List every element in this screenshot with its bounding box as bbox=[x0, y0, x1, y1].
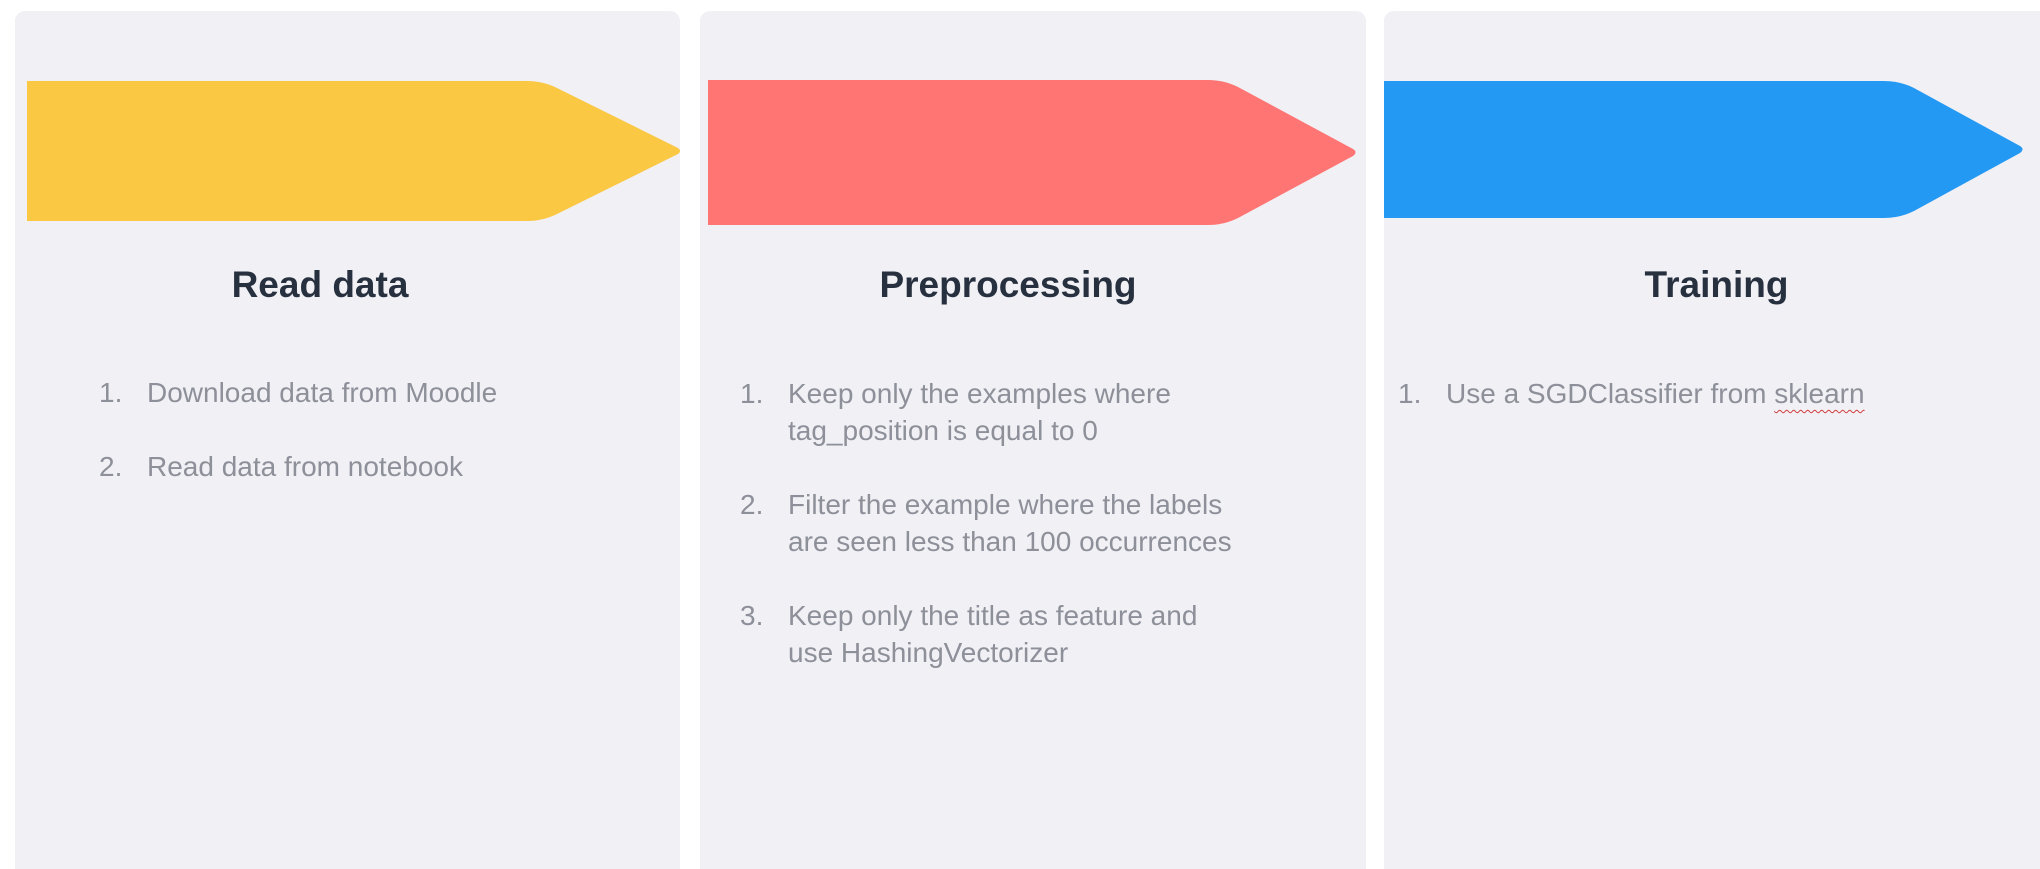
list-item: 1. Keep only the examples where tag_posi… bbox=[740, 375, 1232, 449]
step-list: 1. Download data from Moodle 2. Read dat… bbox=[99, 374, 497, 522]
list-number: 1. bbox=[99, 377, 123, 408]
list-item: 1. Download data from Moodle bbox=[99, 374, 497, 411]
step-list: 1. Keep only the examples where tag_posi… bbox=[740, 375, 1232, 708]
pipeline-diagram: Read data 1. Download data from Moodle 2… bbox=[0, 0, 2040, 869]
step-list: 1. Use a SGDClassifier from sklearn bbox=[1398, 375, 1865, 449]
step-title: Preprocessing bbox=[879, 264, 1137, 305]
step-panel-training: Training 1. Use a SGDClassifier from skl… bbox=[1384, 11, 2040, 869]
step-panel-preprocessing: Preprocessing 1. Keep only the examples … bbox=[700, 11, 1366, 869]
step-arrow-preprocessing bbox=[708, 80, 1356, 225]
list-text-line: tag_position is equal to 0 bbox=[788, 415, 1098, 446]
list-item: 3. Keep only the title as feature and us… bbox=[740, 597, 1232, 671]
step-arrow-read-data bbox=[27, 81, 680, 221]
list-text-line: Keep only the examples where bbox=[788, 378, 1171, 409]
list-text: Download data from Moodle bbox=[147, 377, 498, 408]
arrow-shape bbox=[708, 80, 1356, 225]
list-number: 2. bbox=[99, 451, 123, 482]
list-text-line: are seen less than 100 occurrences bbox=[788, 526, 1232, 557]
step-title: Read data bbox=[231, 264, 409, 305]
arrow-shape bbox=[1384, 81, 2023, 218]
spellcheck-flagged-word: sklearn bbox=[1774, 378, 1865, 409]
list-number: 1. bbox=[1398, 378, 1422, 409]
list-item: 2. Read data from notebook bbox=[99, 448, 497, 485]
list-number: 1. bbox=[740, 378, 764, 409]
step-panel-read-data: Read data 1. Download data from Moodle 2… bbox=[15, 11, 680, 869]
list-text-line: Filter the example where the labels bbox=[788, 489, 1223, 520]
list-item: 2. Filter the example where the labels a… bbox=[740, 486, 1232, 560]
list-item: 1. Use a SGDClassifier from sklearn bbox=[1398, 375, 1865, 412]
list-number: 2. bbox=[740, 489, 764, 520]
step-title: Training bbox=[1644, 264, 1789, 305]
step-arrow-training bbox=[1384, 81, 2023, 218]
list-text-line: Keep only the title as feature and bbox=[788, 600, 1198, 631]
list-text: Read data from notebook bbox=[147, 451, 463, 482]
list-text-line: use HashingVectorizer bbox=[788, 637, 1069, 668]
list-text: Use a SGDClassifier from bbox=[1446, 378, 1767, 409]
arrow-shape bbox=[27, 81, 680, 221]
list-number: 3. bbox=[740, 600, 764, 631]
